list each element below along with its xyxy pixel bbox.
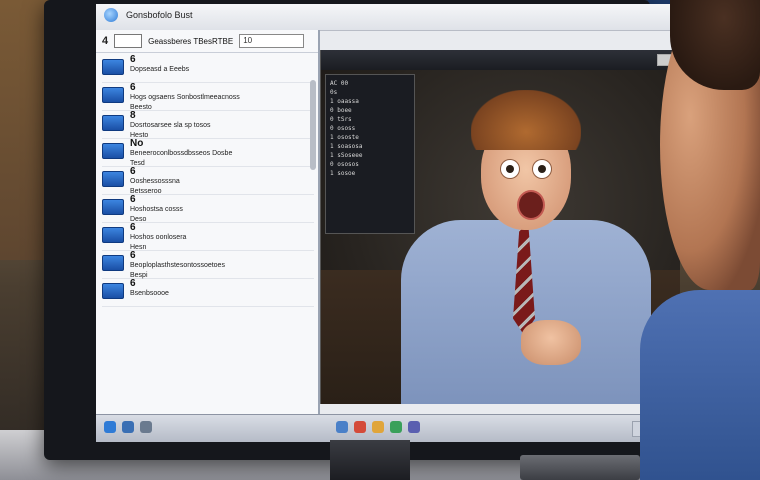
toolbar-box[interactable]: 10 — [239, 34, 305, 48]
item-number: 6 — [130, 166, 136, 177]
item-number: 6 — [130, 194, 136, 205]
item-number: 8 — [130, 110, 136, 121]
fist — [521, 320, 581, 365]
code-line: 0s — [330, 89, 338, 96]
item-line1: Beoploplasthstesontossoetoes — [130, 262, 225, 269]
item-number: 6 — [130, 54, 136, 65]
item-list: 6 Dopseasd a Eeebs 6 Hogs ogsaens Sonbostl… — [96, 53, 318, 307]
code-line: 1 oaassa — [330, 98, 359, 105]
hair — [471, 90, 581, 150]
screen: Gonsbofolo Bust 4 Geassberes TBesRTBE 10… — [96, 4, 680, 442]
item-number: 6 — [130, 250, 136, 261]
start-icon[interactable] — [104, 421, 116, 433]
item-number: 6 — [130, 278, 136, 289]
code-line: 1 sosoe — [330, 170, 356, 177]
code-line: 1 sSoseee — [330, 152, 363, 159]
code-line: 0 tSrs — [330, 116, 352, 123]
code-line: 0 ososs — [330, 125, 356, 132]
item-line1: Hogs ogsaens Sonbostlmeeacnoss — [130, 94, 240, 101]
folder-icon — [102, 171, 124, 187]
monitor: Gonsbofolo Bust 4 Geassberes TBesRTBE 10… — [44, 0, 680, 460]
right-eye — [533, 160, 551, 178]
code-line: 0 ososos — [330, 161, 359, 168]
folder-icon — [102, 227, 124, 243]
folder-icon — [102, 283, 124, 299]
list-item[interactable]: 6 Hoshos oonlosera Hesn — [102, 223, 314, 251]
app-icon — [104, 8, 118, 22]
window-title: Gonsbofolo Bust — [126, 10, 193, 20]
taskbar-app-icon[interactable] — [408, 421, 420, 433]
folder-icon — [102, 87, 124, 103]
list-item[interactable]: 6 Beoploplasthstesontossoetoes Bespi — [102, 251, 314, 279]
list-item[interactable]: 8 Dosrtosarsee sla sp tosos Hesto — [102, 111, 314, 139]
left-eye — [501, 160, 519, 178]
list-item[interactable]: 6 Hogs ogsaens Sonbostlmeeacnoss Beesto — [102, 83, 314, 111]
folder-icon — [102, 199, 124, 215]
taskbar-app-icon[interactable] — [122, 421, 134, 433]
folder-icon — [102, 115, 124, 131]
monitor-stand — [330, 440, 410, 480]
taskbar — [96, 414, 680, 442]
code-line: AC 00 — [330, 80, 349, 87]
item-line1: Dopseasd a Eeebs — [130, 66, 190, 73]
item-line1: Dosrtosarsee sla sp tosos — [130, 122, 211, 129]
taskbar-app-icon[interactable] — [354, 421, 366, 433]
item-number: 6 — [130, 222, 136, 233]
item-line1: Hoshos oonlosera — [130, 234, 187, 241]
taskbar-app-icon[interactable] — [140, 421, 152, 433]
file-list-panel: 4 Geassberes TBesRTBE 10 6 Dopseasd a Eee… — [96, 30, 320, 414]
list-item[interactable]: 6 Bsenbsoooe — [102, 279, 314, 307]
folder-icon — [102, 59, 124, 75]
taskbar-app-icon[interactable] — [372, 421, 384, 433]
code-line: 1 ososte — [330, 134, 359, 141]
toolbar-number: 4 — [102, 35, 109, 47]
onlooker — [600, 0, 760, 480]
folder-icon — [102, 255, 124, 271]
item-line1: Bsenbsoooe — [130, 290, 169, 297]
folder-icon — [102, 143, 124, 159]
item-number: 6 — [130, 82, 136, 93]
list-item[interactable]: 6 Hoshostsa cosss Deso — [102, 195, 314, 223]
open-mouth — [517, 190, 545, 220]
scrollbar[interactable] — [310, 80, 316, 170]
list-item[interactable]: 6 Ooshessosssna Betsseroo — [102, 167, 314, 195]
toolbar-path: Geassberes TBesRTBE — [148, 36, 234, 46]
toolbar-field[interactable] — [114, 34, 143, 48]
item-line1: Beneeroconlbossdbsseos Dosbe — [130, 150, 233, 157]
code-line: 0 boee — [330, 107, 352, 114]
list-item[interactable]: 6 Dopseasd a Eeebs — [102, 55, 314, 83]
title-bar[interactable]: Gonsbofolo Bust — [96, 4, 680, 31]
item-line1: Hoshostsa cosss — [130, 206, 183, 213]
code-line: 1 soasosa — [330, 143, 363, 150]
taskbar-app-icon[interactable] — [336, 421, 348, 433]
list-item[interactable]: No Beneeroconlbossdbsseos Dosbe Tesd — [102, 139, 314, 167]
taskbar-app-icon[interactable] — [390, 421, 402, 433]
item-line1: Ooshessosssna — [130, 178, 180, 185]
onlooker-shirt — [640, 290, 760, 480]
item-number: No — [130, 138, 144, 149]
list-toolbar: 4 Geassberes TBesRTBE 10 — [96, 30, 318, 53]
